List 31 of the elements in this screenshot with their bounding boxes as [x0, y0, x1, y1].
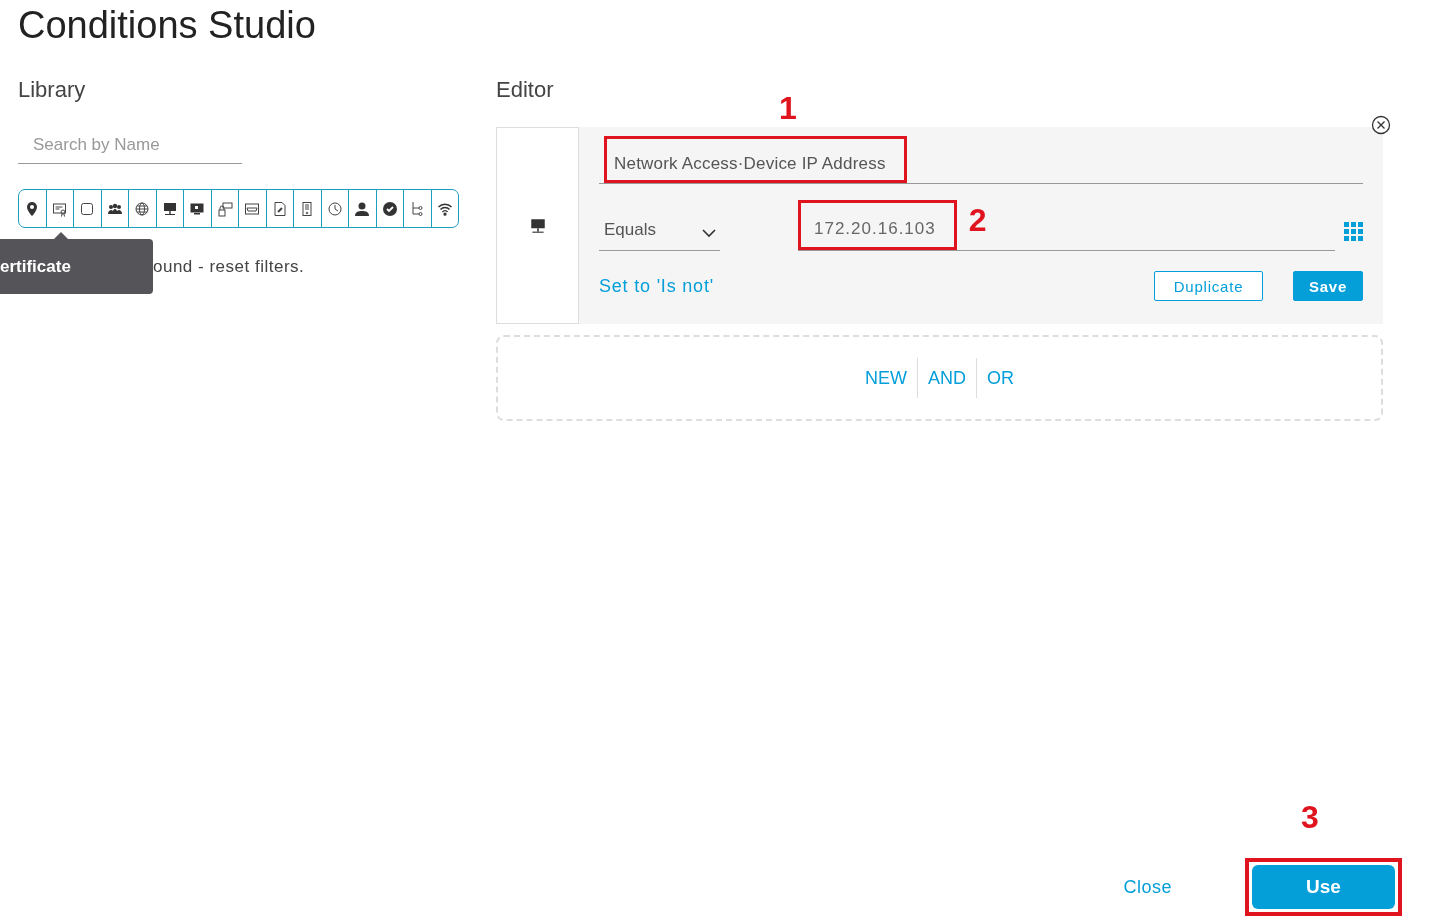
- callout-number: 3: [1301, 800, 1319, 834]
- close-icon[interactable]: [1371, 115, 1391, 135]
- editor-heading: Editor: [496, 77, 555, 103]
- callout-number: 2: [968, 203, 987, 237]
- search-field[interactable]: Search by Name: [18, 131, 242, 164]
- person-icon[interactable]: [354, 200, 371, 217]
- callout-number: 1: [779, 91, 797, 125]
- save-button[interactable]: Save: [1293, 271, 1363, 301]
- tooltip-pointer-icon: [54, 232, 68, 239]
- add-condition-link[interactable]: NEW: [855, 367, 917, 389]
- page-title: Conditions Studio: [17, 3, 317, 47]
- add-condition-link[interactable]: OR: [977, 367, 1024, 389]
- no-results-message: ound - reset filters.: [153, 256, 305, 277]
- clock-icon[interactable]: [326, 200, 343, 217]
- globe-icon[interactable]: [134, 200, 151, 217]
- duplicate-button[interactable]: Duplicate: [1154, 271, 1263, 301]
- network-device-icon[interactable]: [161, 200, 178, 217]
- chevron-down-icon: [702, 228, 716, 238]
- library-heading: Library: [18, 77, 87, 103]
- add-condition-link[interactable]: AND: [918, 367, 976, 389]
- grid-icon[interactable]: [1344, 222, 1363, 241]
- close-link[interactable]: Close: [1123, 876, 1172, 898]
- tooltip: ertificate: [0, 239, 153, 294]
- network-device-icon: [528, 216, 547, 235]
- file-icon[interactable]: [271, 200, 288, 217]
- operator-dropdown[interactable]: Equals: [599, 220, 720, 251]
- negate-link[interactable]: Set to 'Is not': [599, 275, 714, 297]
- checkmark-icon[interactable]: [381, 200, 398, 217]
- square-icon[interactable]: [79, 200, 96, 217]
- use-button[interactable]: Use: [1252, 865, 1395, 909]
- certificate-icon[interactable]: [51, 200, 68, 217]
